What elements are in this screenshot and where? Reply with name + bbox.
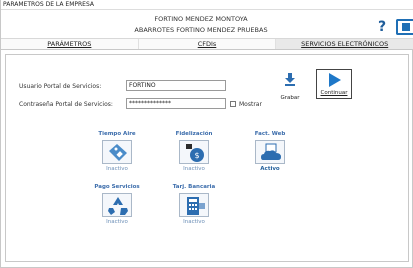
service-tile[interactable] (102, 193, 132, 217)
service-tile[interactable] (255, 140, 285, 164)
service-status: Inactivo (106, 166, 128, 172)
service-status: Inactivo (106, 219, 128, 225)
tab-cfdis[interactable]: CFDIs (138, 39, 277, 49)
service-status: Inactivo (183, 166, 205, 172)
card-terminal-icon (187, 197, 205, 215)
services-panel: Usuario Portal de Servicios: FORTINO Con… (5, 54, 409, 262)
continue-label: Continuar (320, 90, 348, 96)
service-tarj-bancaria[interactable]: Tarj. Bancaria Inactivo (170, 184, 218, 225)
service-title: Tiempo Aire (98, 131, 136, 137)
download-icon (285, 73, 295, 86)
tab-parametros[interactable]: PARÁMETROS (1, 39, 139, 49)
recycle-icon (108, 197, 128, 215)
tab-servicios-electronicos[interactable]: SERVICIOS ELECTRÓNICOS (276, 39, 413, 49)
service-tiempo-aire[interactable]: Tiempo Aire Inactivo (93, 131, 141, 172)
help-button[interactable]: ? (374, 18, 390, 36)
cloud-document-icon (261, 143, 281, 160)
show-password-checkbox[interactable] (230, 101, 236, 107)
service-fidelizacion[interactable]: Fidelización $ Inactivo (170, 131, 218, 172)
service-title: Pago Servicios (94, 184, 140, 190)
service-tile[interactable]: $ (179, 140, 209, 164)
service-title: Fidelización (175, 131, 213, 137)
save-button[interactable]: Grabar (276, 71, 304, 101)
show-password-label: Mostrar (239, 101, 262, 108)
password-label: Contraseña Portal de Servicios: (19, 101, 113, 108)
save-label: Grabar (280, 95, 300, 101)
parametros-window: PARAMETROS DE LA EMPRESA FORTINO MENDEZ … (0, 0, 413, 268)
tab-bar: PARÁMETROS CFDIs SERVICIOS ELECTRÓNICOS (1, 38, 413, 50)
service-pago-servicios[interactable]: Pago Servicios Inactivo (93, 184, 141, 225)
user-field[interactable]: FORTINO (126, 80, 226, 91)
company-name: ABARROTES FORTINO MENDEZ PRUEBAS (134, 26, 268, 34)
exit-icon[interactable] (396, 19, 413, 35)
service-title: Tarj. Bancaria (172, 184, 216, 190)
phone-tag-icon (109, 144, 127, 161)
user-label: Usuario Portal de Servicios: (19, 83, 102, 90)
service-tile[interactable] (102, 140, 132, 164)
play-icon (329, 73, 341, 87)
service-status: Inactivo (183, 219, 205, 225)
user-name: FORTINO MENDEZ MONTOYA (154, 15, 248, 23)
header: FORTINO MENDEZ MONTOYA ABARROTES FORTINO… (1, 10, 413, 38)
continue-button[interactable]: Continuar (316, 69, 352, 99)
password-field[interactable]: ************** (126, 98, 226, 109)
service-tile[interactable] (179, 193, 209, 217)
svg-text:$: $ (194, 151, 199, 160)
service-fact-web[interactable]: Fact. Web Activo (246, 131, 294, 172)
service-status: Activo (260, 166, 280, 172)
window-title: PARAMETROS DE LA EMPRESA (1, 0, 413, 10)
money-bag-icon: $ (186, 144, 204, 162)
service-title: Fact. Web (254, 131, 286, 137)
